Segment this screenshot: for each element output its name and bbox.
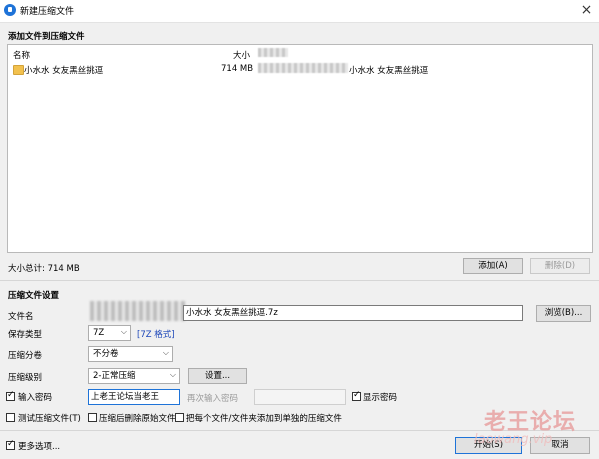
blurred-path xyxy=(90,301,185,321)
list-item-size: 714 MB xyxy=(221,64,254,74)
section-divider xyxy=(0,280,599,281)
separate-archives-checkbox[interactable] xyxy=(175,413,184,422)
split-select[interactable]: 不分卷 ⌵ xyxy=(88,346,173,362)
more-options-checkbox[interactable] xyxy=(6,439,15,450)
level-value: 2-正常压缩 xyxy=(93,371,136,381)
file-list[interactable]: 名称 大小 小水水 女友黑丝挑逗 714 MB 小水水 女友黑丝挑逗 xyxy=(7,44,593,253)
separate-archives-label: 把每个文件/文件夹添加到单独的压缩文件 xyxy=(186,414,342,424)
delete-source-checkbox[interactable] xyxy=(88,413,97,422)
chevron-down-icon: ⌵ xyxy=(120,327,127,336)
save-type-label: 保存类型 xyxy=(8,330,43,340)
total-size: 大小总计: 714 MB xyxy=(8,264,80,274)
level-select[interactable]: 2-正常压缩 ⌵ xyxy=(88,368,180,384)
settings-section-title: 压缩文件设置 xyxy=(8,291,60,301)
list-item-folder: 小水水 女友黑丝挑逗 xyxy=(349,66,429,76)
more-options-label[interactable]: 更多选项... xyxy=(18,440,60,452)
add-button[interactable]: 添加(A) xyxy=(463,258,523,274)
show-password-label: 显示密码 xyxy=(363,393,398,403)
settings-button[interactable]: 设置... xyxy=(188,368,247,384)
delete-button[interactable]: 删除(D) xyxy=(530,258,590,274)
folder-icon xyxy=(13,65,24,75)
list-item-name: 小水水 女友黑丝挑逗 xyxy=(24,66,104,76)
watermark-url: laowang.vip xyxy=(474,432,553,447)
format-link[interactable]: [7Z 格式] xyxy=(137,328,175,340)
title-bar: 新建压缩文件 × xyxy=(0,0,599,23)
filename-label: 文件名 xyxy=(8,312,34,322)
filename-input[interactable]: 小水水 女友黑丝挑逗.7z xyxy=(183,305,523,321)
password-checkbox[interactable] xyxy=(6,390,15,401)
reenter-password-label: 再次输入密码 xyxy=(187,394,239,404)
files-section-title: 添加文件到压缩文件 xyxy=(8,32,85,42)
blurred-path xyxy=(258,63,348,73)
column-header-name[interactable]: 名称 xyxy=(13,49,30,61)
password-input[interactable]: 上老王论坛当老王 xyxy=(88,389,180,405)
browse-button[interactable]: 浏览(B)... xyxy=(536,305,591,322)
save-type-select[interactable]: 7Z ⌵ xyxy=(88,325,131,341)
close-button[interactable]: × xyxy=(574,0,599,22)
app-icon xyxy=(4,4,16,16)
save-type-value: 7Z xyxy=(93,328,105,338)
split-label: 压缩分卷 xyxy=(8,351,43,361)
chevron-down-icon: ⌵ xyxy=(169,370,176,379)
test-archive-checkbox[interactable] xyxy=(6,413,15,422)
blurred-column-header xyxy=(258,48,288,57)
split-value: 不分卷 xyxy=(93,349,119,359)
show-password-checkbox[interactable] xyxy=(352,390,361,401)
test-archive-label: 测试压缩文件(T) xyxy=(18,414,81,424)
level-label: 压缩级别 xyxy=(8,373,43,383)
window-title: 新建压缩文件 xyxy=(20,7,75,17)
password-label: 输入密码 xyxy=(18,393,53,403)
reenter-password-input[interactable] xyxy=(254,389,346,405)
chevron-down-icon: ⌵ xyxy=(162,348,169,357)
column-header-size[interactable]: 大小 xyxy=(233,49,250,61)
delete-source-label: 压缩后删除原始文件 xyxy=(99,414,176,424)
